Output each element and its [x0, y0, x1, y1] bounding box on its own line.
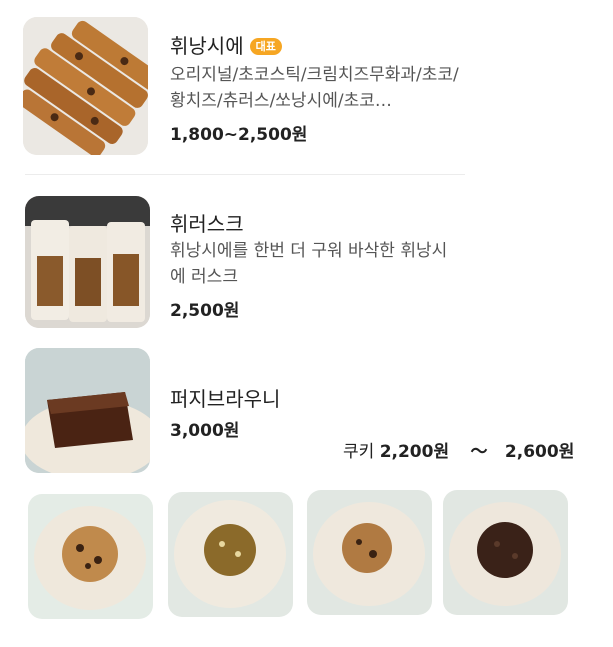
cookie-image: [443, 490, 568, 615]
brownie-image: [25, 348, 150, 473]
menu-item-name: 휘낭시에: [170, 34, 244, 58]
cookie-price-line: 쿠키 2,200원 〜 2,600원: [343, 437, 574, 462]
menu-item-price: 3,000원: [170, 421, 240, 441]
cookie-name: 쿠키: [343, 442, 375, 462]
cookie-photo-2[interactable]: [168, 492, 293, 617]
cookie-photo-1[interactable]: [28, 494, 153, 619]
menu-item-price: 1,800~2,500원: [170, 125, 308, 145]
cookie-price-to: 2,600원: [504, 442, 575, 462]
rusk-photo[interactable]: [25, 196, 150, 328]
financier-photo[interactable]: [23, 17, 148, 155]
rusk-image: [25, 196, 150, 328]
cookie-price-from: 2,200원: [379, 442, 450, 462]
menu-item-title[interactable]: 휘러스크: [170, 208, 244, 237]
menu-item-description: 오리지널/초코스틱/크림치즈무화과/초코/황치즈/츄러스/쏘낭시에/초코…: [170, 65, 459, 111]
menu-item-title[interactable]: 퍼지브라우니: [170, 383, 280, 412]
menu-item-price: 2,500원: [170, 301, 240, 321]
menu-item-title[interactable]: 휘낭시에 대표: [170, 30, 282, 59]
cookie-photo-3[interactable]: [307, 490, 432, 615]
financier-image: [23, 17, 148, 155]
divider: [25, 174, 465, 175]
cookie-image: [168, 492, 293, 617]
price-range-tilde: 〜: [470, 442, 488, 462]
cookie-image: [28, 494, 153, 619]
menu-item-description: 휘낭시에를 한번 더 구워 바삭한 휘낭시에 러스크: [170, 241, 448, 287]
cookie-photo-4[interactable]: [443, 490, 568, 615]
cookie-image: [307, 490, 432, 615]
signature-badge: 대표: [249, 38, 282, 55]
brownie-photo[interactable]: [25, 348, 150, 473]
